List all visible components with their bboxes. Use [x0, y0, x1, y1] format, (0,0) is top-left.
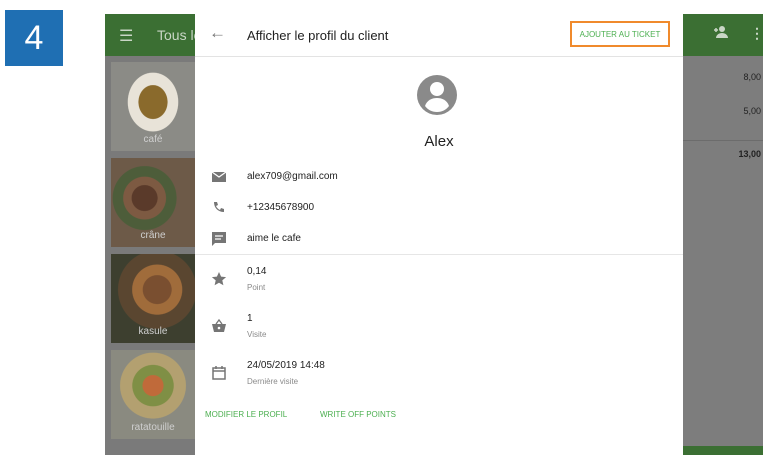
- menu-tile-cafe[interactable]: café: [111, 62, 195, 151]
- last-visit-label: Dernière visite: [247, 377, 299, 386]
- dialog-header: ← Afficher le profil du client AJOUTER A…: [195, 14, 683, 57]
- tile-label: café: [143, 134, 163, 145]
- dialog-title: Afficher le profil du client: [247, 28, 389, 43]
- ticket-amount: 8,00: [743, 72, 761, 82]
- step-number-badge: 4: [5, 10, 63, 66]
- email-value[interactable]: alex709@gmail.com: [247, 171, 338, 182]
- email-icon: [211, 171, 227, 182]
- tile-label: ratatouille: [131, 422, 175, 433]
- customer-name: Alex: [424, 133, 454, 150]
- section-divider: [195, 254, 683, 255]
- points-label: Point: [247, 283, 266, 292]
- points-value: 0,14: [247, 266, 267, 277]
- ticket-amount: 5,00: [743, 106, 761, 116]
- visits-value: 1: [247, 313, 253, 324]
- phone-value[interactable]: +12345678900: [247, 202, 314, 213]
- tile-label: crâne: [140, 230, 166, 241]
- charge-bar[interactable]: [683, 446, 763, 455]
- avatar-icon: [417, 75, 457, 115]
- more-vert-icon[interactable]: ⋮: [750, 25, 763, 42]
- write-off-points-button[interactable]: WRITE OFF POINTS: [320, 410, 396, 419]
- tile-label: kasule: [138, 326, 168, 337]
- visits-label: Visite: [247, 330, 267, 339]
- ticket-divider: [683, 140, 763, 141]
- phone-icon: [214, 202, 224, 212]
- menu-tile-crane[interactable]: crâne: [111, 158, 195, 247]
- ticket-total: 13,00: [738, 149, 761, 159]
- add-person-icon[interactable]: [713, 25, 729, 42]
- customer-profile-dialog: ← Afficher le profil du client AJOUTER A…: [195, 14, 683, 455]
- comment-icon: [212, 232, 226, 246]
- tablet-screen: ☰ Tous le ⋮ café crâne kasule ratatouill…: [105, 14, 763, 455]
- note-value: aime le cafe: [247, 233, 301, 244]
- menu-tile-ratatouille[interactable]: ratatouille: [111, 350, 195, 439]
- calendar-icon: [212, 366, 226, 380]
- star-icon: [211, 272, 227, 286]
- last-visit-value: 24/05/2019 14:48: [247, 360, 325, 371]
- menu-tile-kasule[interactable]: kasule: [111, 254, 195, 343]
- menu-icon[interactable]: ☰: [119, 26, 133, 46]
- basket-icon: [212, 318, 226, 332]
- back-arrow-icon[interactable]: ←: [209, 23, 226, 43]
- ticket-panel: 8,00 5,00 13,00: [683, 56, 763, 455]
- add-to-ticket-button[interactable]: AJOUTER AU TICKET: [570, 21, 670, 47]
- edit-profile-button[interactable]: MODIFIER LE PROFIL: [205, 410, 287, 419]
